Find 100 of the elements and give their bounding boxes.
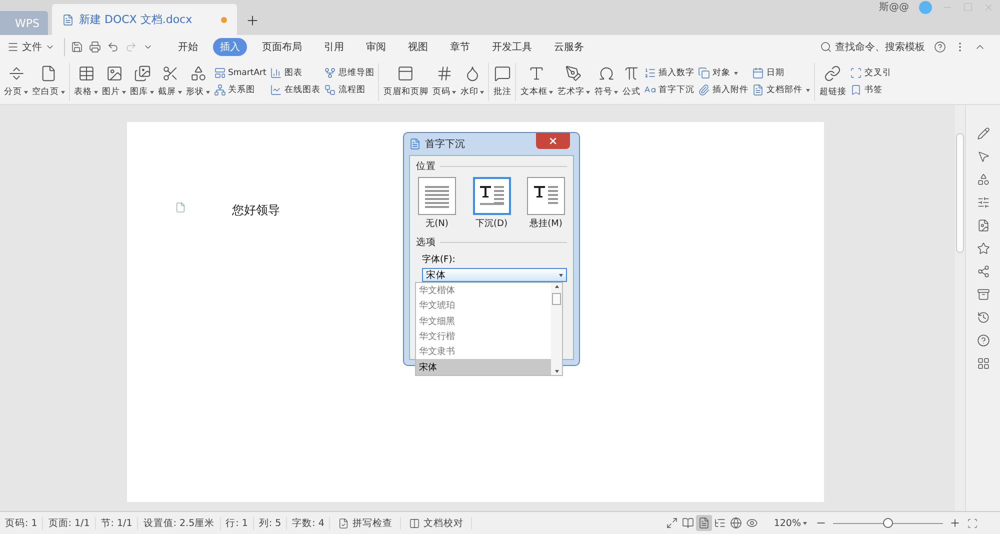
status-text: 节: 1/1 xyxy=(96,516,138,530)
command-search[interactable]: 查找命令、搜索模板 xyxy=(817,40,928,54)
ribbon-button[interactable]: 空白页 xyxy=(30,65,67,98)
ribbon-button[interactable]: 对象 xyxy=(698,67,748,79)
option-label: 悬挂(M) xyxy=(530,218,562,230)
numbers-icon xyxy=(644,67,656,79)
spell-check-icon xyxy=(338,518,350,528)
option-label: 无(N) xyxy=(426,218,448,230)
ribbon-button[interactable]: 图库 xyxy=(128,65,156,98)
mind-map-icon xyxy=(324,67,336,79)
ribbon-button[interactable]: 形状 xyxy=(184,65,212,98)
ribbon-tab[interactable]: 开发工具 xyxy=(485,38,539,56)
ribbon-button[interactable]: 在线图表 xyxy=(270,84,320,96)
ribbon-button[interactable]: 关系图 xyxy=(214,84,266,96)
ribbon-button[interactable]: 公式 xyxy=(620,65,642,98)
font-option[interactable]: 华文隶书 xyxy=(416,344,551,360)
comment-icon xyxy=(494,65,511,82)
ribbon-tab[interactable]: 章节 xyxy=(443,38,477,56)
pointer-icon xyxy=(976,150,990,163)
fullscreen-icon xyxy=(666,517,678,529)
blank-page-icon xyxy=(40,65,57,82)
smartart-icon xyxy=(214,67,226,79)
position-option[interactable] xyxy=(472,177,510,215)
archive-icon xyxy=(976,288,990,301)
zoom-in-icon xyxy=(949,517,961,529)
ribbon-button[interactable]: 艺术字 xyxy=(555,65,592,98)
ribbon-button[interactable]: 截屏 xyxy=(156,65,184,98)
ribbon-button[interactable]: 流程图 xyxy=(324,84,374,96)
status-button[interactable]: 拼写检查 xyxy=(330,516,402,530)
save-icon xyxy=(71,41,83,53)
ribbon-button[interactable]: 分页 xyxy=(2,65,30,98)
history-icon xyxy=(976,311,990,324)
help-icon xyxy=(934,41,946,53)
ribbon-tab[interactable]: 云服务 xyxy=(547,38,591,56)
ribbon-button[interactable]: 图片 xyxy=(100,65,128,98)
zoom-level[interactable]: 120% xyxy=(774,518,801,528)
user-name: 斯@@ xyxy=(879,0,909,14)
ribbon-button[interactable]: SmartArt xyxy=(214,67,266,79)
ribbon-button[interactable]: 文档部件 xyxy=(752,84,810,96)
ribbon-tab[interactable]: 视图 xyxy=(401,38,435,56)
view-button[interactable] xyxy=(696,515,712,531)
ribbon-button[interactable]: 交叉引 xyxy=(850,67,892,79)
ribbon-tab[interactable]: 引用 xyxy=(317,38,351,56)
ribbon-button[interactable]: 插入数字 xyxy=(644,67,694,79)
ribbon-button[interactable]: 文本框 xyxy=(518,65,556,98)
help-icon xyxy=(976,334,990,347)
ribbon-button[interactable]: 表格 xyxy=(72,65,100,98)
reading-view-icon xyxy=(682,517,694,529)
close-icon xyxy=(983,2,994,12)
close-icon xyxy=(548,136,558,146)
view-button[interactable] xyxy=(680,515,696,531)
scroll-thumb[interactable] xyxy=(552,292,561,305)
font-select[interactable]: 宋体 xyxy=(422,268,567,282)
status-button[interactable]: 文档校对 xyxy=(401,516,472,530)
page-view-icon xyxy=(698,517,710,529)
fit-icon xyxy=(967,518,978,528)
ribbon-tab[interactable]: 页面布局 xyxy=(255,38,309,56)
font-option[interactable]: 华文细黑 xyxy=(416,314,551,329)
position-option[interactable] xyxy=(527,177,565,215)
ribbon-button[interactable]: 页码 xyxy=(430,65,458,98)
status-text: 行: 1 xyxy=(220,516,254,530)
gallery-icon xyxy=(134,65,150,82)
ribbon-button[interactable]: 符号 xyxy=(592,65,620,98)
file-menu[interactable]: 文件 xyxy=(4,40,58,54)
ribbon-tab[interactable]: 开始 xyxy=(171,38,205,56)
star-icon xyxy=(976,242,990,255)
ribbon-button[interactable]: 页眉和页脚 xyxy=(381,65,430,98)
font-option[interactable]: 华文楷体 xyxy=(416,283,551,298)
section-label: 位置 xyxy=(416,160,436,173)
header-footer-icon xyxy=(397,65,414,82)
omega-icon xyxy=(598,65,615,82)
ribbon-button[interactable]: 批注 xyxy=(491,65,514,98)
ribbon-button[interactable]: 超链接 xyxy=(817,65,848,98)
ribbon-button[interactable]: 插入附件 xyxy=(698,84,748,96)
scroll-thumb[interactable] xyxy=(956,133,964,253)
object-icon xyxy=(698,67,710,79)
font-option[interactable]: 华文琥珀 xyxy=(416,298,551,314)
ribbon-tab[interactable]: 审阅 xyxy=(359,38,393,56)
page-number-icon xyxy=(436,65,453,82)
ribbon-button[interactable]: 图表 xyxy=(270,67,320,79)
search-icon xyxy=(820,41,832,53)
paperclip-icon xyxy=(698,84,710,96)
option-label: 下沉(D) xyxy=(476,218,508,230)
ribbon-button[interactable]: 首字下沉 xyxy=(644,84,694,96)
font-option[interactable]: 宋体 xyxy=(416,359,551,375)
view-button[interactable] xyxy=(728,515,744,531)
document-tab[interactable]: 新建 DOCX 文档.docx xyxy=(52,4,237,35)
font-option[interactable]: 华文行楷 xyxy=(416,328,551,344)
calendar-icon xyxy=(752,67,764,79)
status-text: 设置值: 2.5厘米 xyxy=(138,516,221,530)
close-button[interactable] xyxy=(536,133,570,149)
shapes-icon xyxy=(190,65,206,82)
ribbon-button[interactable]: 思维导图 xyxy=(324,67,374,79)
ribbon-button[interactable]: 日期 xyxy=(752,67,810,79)
zoom-thumb[interactable] xyxy=(883,518,893,528)
ribbon-button[interactable]: 水印 xyxy=(458,65,486,98)
link-icon xyxy=(824,65,842,82)
share-icon xyxy=(976,265,990,278)
ribbon-button[interactable]: 书签 xyxy=(850,84,892,96)
redo-icon xyxy=(125,41,137,53)
